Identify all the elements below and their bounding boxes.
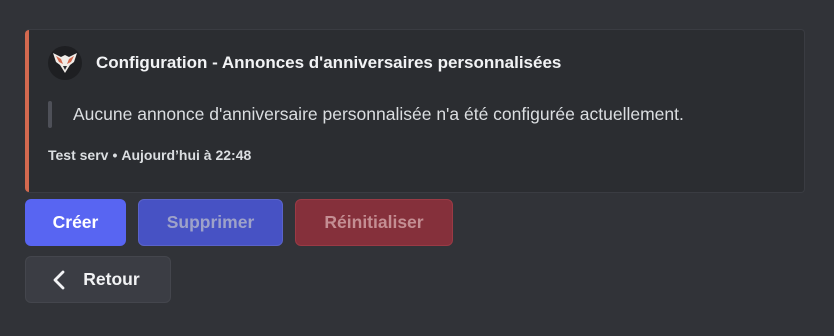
reset-button-label: Réinitialiser (324, 212, 424, 232)
footer-timestamp: Aujourd’hui à 22:48 (121, 147, 252, 163)
create-button-label: Créer (52, 212, 99, 232)
quote-bar (48, 100, 52, 128)
embed-description: Aucune annonce d'anniversaire personnali… (73, 103, 684, 124)
embed-header: Configuration - Annonces d'anniversaires… (48, 46, 561, 80)
delete-button-label: Supprimer (166, 212, 255, 232)
embed-card: Configuration - Annonces d'anniversaires… (25, 29, 805, 193)
create-button[interactable]: Créer (25, 199, 126, 246)
back-button[interactable]: Retour (25, 256, 171, 303)
embed-description-quote: Aucune annonce d'anniversaire personnali… (48, 99, 684, 129)
embed-title: Configuration - Annonces d'anniversaires… (96, 53, 562, 72)
footer-separator: • (112, 147, 118, 163)
chevron-left-icon (52, 270, 66, 290)
embed-footer: Test serv • Aujourd’hui à 22:48 (48, 147, 251, 163)
embed-accent-bar (25, 30, 29, 192)
delete-button[interactable]: Supprimer (138, 199, 283, 246)
footer-server-name: Test serv (48, 147, 109, 163)
wolf-logo-icon (48, 46, 82, 80)
reset-button[interactable]: Réinitialiser (295, 199, 453, 246)
back-button-label: Retour (83, 269, 140, 289)
